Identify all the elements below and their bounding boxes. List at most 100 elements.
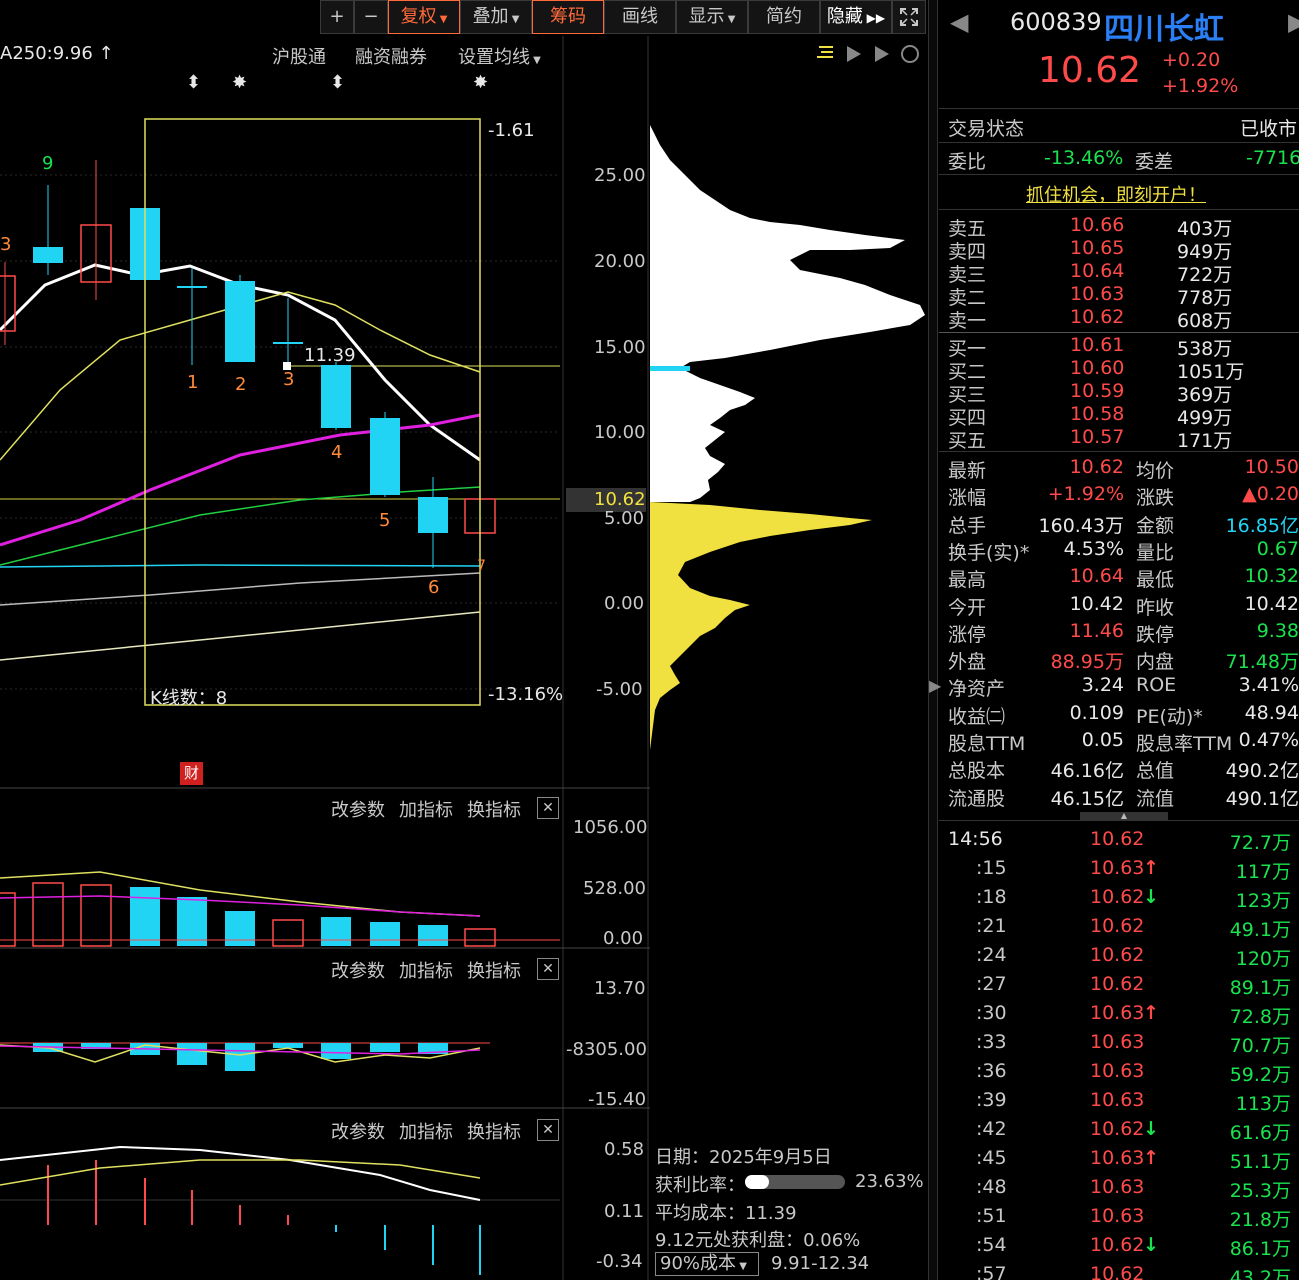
- bid-price: 10.57: [1070, 426, 1125, 448]
- stat-row: 今开 10.42 昨收 10.42: [948, 593, 1299, 619]
- next-stock-arrow-icon[interactable]: ▶: [1288, 8, 1299, 36]
- tick-volume: 21.8万: [1229, 1209, 1291, 1231]
- stat-label: 昨收: [1136, 596, 1175, 619]
- cost-range-select[interactable]: 90%成本 ▼: [655, 1252, 759, 1276]
- profit-ratio-label: 获利比率：: [655, 1175, 745, 1196]
- tick-volume: 123万: [1235, 890, 1291, 912]
- tick-price: 10.63: [1090, 1147, 1145, 1169]
- switch-indicator-button[interactable]: 换指标: [467, 1118, 521, 1144]
- stat-row: 净资产 3.24 ROE 3.41%: [948, 674, 1299, 700]
- stat-value: 4.53%: [1063, 537, 1124, 560]
- stat-row: 流通股 46.15亿 流值 490.1亿: [948, 784, 1299, 810]
- tick-time: :24: [976, 944, 1007, 966]
- weibi-label: 委比: [948, 151, 987, 173]
- stat-value: 10.62: [1069, 456, 1124, 478]
- stat-value: 0.47%: [1238, 729, 1299, 751]
- stat-label: 跌停: [1136, 623, 1175, 646]
- ask-price: 10.62: [1070, 306, 1125, 328]
- stat-label: 最低: [1136, 569, 1175, 592]
- tick-price: 10.62: [1090, 1234, 1145, 1256]
- edit-params-button[interactable]: 改参数: [331, 957, 385, 983]
- sub3-tick: 0.11: [604, 1201, 645, 1222]
- bid-row[interactable]: 买二 10.60 1051万: [948, 357, 1299, 383]
- chip-tool-icons[interactable]: [815, 42, 925, 66]
- stat-label: 今开: [948, 596, 987, 619]
- tick-time: :18: [976, 886, 1007, 908]
- price-tick: 10.00: [594, 422, 646, 443]
- jianyue-button[interactable]: 简约: [748, 0, 820, 34]
- tick-row: :42 10.62 ↓ 61.6万: [948, 1118, 1299, 1144]
- tick-time: :42: [976, 1118, 1007, 1140]
- add-indicator-button[interactable]: 加指标: [399, 796, 453, 822]
- stat-value: 10.50: [1244, 456, 1299, 478]
- stat-value: 160.43万: [1038, 514, 1124, 537]
- bid-row[interactable]: 买四 10.58 499万: [948, 403, 1299, 429]
- edit-params-button[interactable]: 改参数: [331, 1118, 385, 1144]
- tick-row: :36 10.63 59.2万: [948, 1060, 1299, 1086]
- stat-value: 3.41%: [1238, 674, 1299, 697]
- tick-volume: 25.3万: [1229, 1180, 1291, 1202]
- stat-value: +1.92%: [1047, 483, 1124, 506]
- add-indicator-button[interactable]: 加指标: [399, 957, 453, 983]
- close-icon[interactable]: ✕: [537, 797, 559, 819]
- ask-row[interactable]: 卖一 10.62 608万: [948, 306, 1299, 332]
- cost-range-select-label: 90%成本: [660, 1253, 737, 1274]
- profit-ratio-value: 23.63%: [855, 1171, 924, 1192]
- edit-params-button[interactable]: 改参数: [331, 796, 385, 822]
- sub3-tick: 0.58: [604, 1139, 645, 1160]
- expand-icon[interactable]: [892, 0, 926, 34]
- cost-range-value: 9.91-12.34: [771, 1253, 870, 1274]
- stat-row: 涨幅 +1.92% 涨跌 ▲0.20: [948, 483, 1299, 509]
- tick-time: :48: [976, 1176, 1007, 1198]
- tick-row: :48 10.63 25.3万: [948, 1176, 1299, 1202]
- stat-value: 11.46: [1069, 619, 1124, 642]
- stat-row: 涨停 11.46 跌停 9.38: [948, 619, 1299, 646]
- sequence-label: 3: [283, 369, 295, 390]
- stat-label: 涨跌: [1136, 487, 1175, 510]
- collapse-up-icon[interactable]: ▲: [1080, 812, 1168, 820]
- tick-time: 14:56: [948, 828, 1003, 850]
- bars-icon: [817, 46, 833, 58]
- switch-indicator-button[interactable]: 换指标: [467, 957, 521, 983]
- panel-splitter[interactable]: [928, 0, 938, 1280]
- close-icon[interactable]: ✕: [537, 958, 559, 980]
- stat-value: 0.05: [1081, 729, 1124, 751]
- xianshi-dropdown[interactable]: 显示 ▼: [676, 0, 748, 34]
- bid-price: 10.61: [1070, 334, 1125, 356]
- price-tick: 15.00: [594, 337, 646, 358]
- stat-label: PE(动)*: [1136, 705, 1203, 728]
- arrow-down-icon: ↓: [1143, 1118, 1159, 1140]
- bid-row[interactable]: 买一 10.61 538万: [948, 334, 1299, 360]
- tick-volume: 72.8万: [1229, 1006, 1291, 1028]
- avg-cost: 平均成本：11.39: [655, 1203, 797, 1224]
- tick-price: 10.63: [1090, 1060, 1145, 1082]
- stat-label: 总手: [948, 514, 987, 537]
- ask-row[interactable]: 卖四 10.65 949万: [948, 237, 1299, 263]
- bid-price: 10.59: [1070, 380, 1125, 402]
- prev-stock-arrow-icon[interactable]: ◀: [950, 8, 968, 36]
- stat-row: 收益㈡ 0.109 PE(动)* 48.94: [948, 702, 1299, 728]
- chevron-down-icon: ▼: [724, 14, 736, 25]
- tick-price: 10.63: [1090, 1176, 1145, 1198]
- bid-row[interactable]: 买三 10.59 369万: [948, 380, 1299, 406]
- stat-value: 490.1亿: [1225, 787, 1299, 810]
- stat-row: 外盘 88.95万 内盘 71.48万: [948, 647, 1299, 673]
- tick-row: 14:56 10.62 72.7万: [948, 828, 1299, 854]
- finance-badge[interactable]: 财: [180, 762, 203, 785]
- stock-name: 四川长虹: [1104, 12, 1224, 47]
- open-account-link[interactable]: 抓住机会，即刻开户！: [1026, 181, 1206, 207]
- ask-volume: 608万: [1177, 310, 1233, 332]
- bid-row[interactable]: 买五 10.57 171万: [948, 426, 1299, 452]
- tick-volume: 59.2万: [1229, 1064, 1291, 1086]
- switch-indicator-button[interactable]: 换指标: [467, 796, 521, 822]
- stat-label: 外盘: [948, 651, 987, 674]
- ask-row[interactable]: 卖五 10.66 403万: [948, 214, 1299, 240]
- close-icon[interactable]: ✕: [537, 1119, 559, 1141]
- ask-row[interactable]: 卖二 10.63 778万: [948, 283, 1299, 309]
- tick-row: :18 10.62 ↓ 123万: [948, 886, 1299, 912]
- yincang-button[interactable]: 隐藏 ▶▶: [820, 0, 892, 34]
- ask-row[interactable]: 卖三 10.64 722万: [948, 260, 1299, 286]
- add-indicator-button[interactable]: 加指标: [399, 1118, 453, 1144]
- tick-row: :33 10.63 70.7万: [948, 1031, 1299, 1057]
- stat-value: 9.38: [1256, 619, 1299, 642]
